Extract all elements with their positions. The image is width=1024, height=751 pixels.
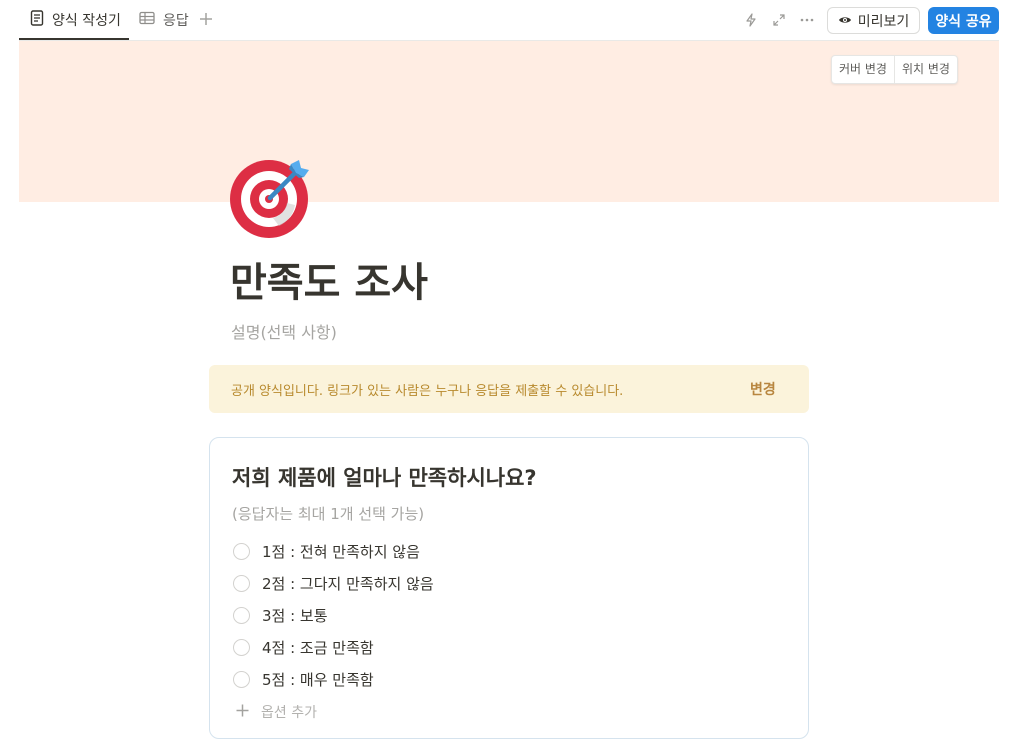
target-icon[interactable] bbox=[229, 158, 311, 240]
cover-controls: 커버 변경 위치 변경 bbox=[831, 55, 958, 84]
radio-icon[interactable] bbox=[233, 542, 250, 560]
option-label: 1점 : 전혀 만족하지 않음 bbox=[262, 542, 420, 561]
tab-form-builder-label: 양식 작성기 bbox=[52, 13, 121, 29]
option-5[interactable]: 5점 : 매우 만족함 bbox=[233, 668, 374, 690]
table-icon bbox=[139, 11, 155, 29]
eye-icon bbox=[838, 13, 852, 29]
expand-icon[interactable] bbox=[771, 12, 787, 28]
description-placeholder[interactable]: 설명(선택 사항) bbox=[231, 319, 337, 343]
more-icon[interactable] bbox=[799, 12, 815, 28]
tab-responses-label: 응답 bbox=[163, 13, 189, 29]
share-form-button[interactable]: 양식 공유 bbox=[928, 7, 999, 34]
radio-icon[interactable] bbox=[233, 638, 250, 656]
preview-button[interactable]: 미리보기 bbox=[827, 7, 920, 34]
option-2[interactable]: 2점 : 그다지 만족하지 않음 bbox=[233, 572, 434, 594]
tab-form-builder[interactable]: 양식 작성기 bbox=[30, 0, 121, 40]
radio-icon[interactable] bbox=[233, 606, 250, 624]
tab-responses[interactable]: 응답 bbox=[139, 0, 189, 40]
banner-text: 공개 양식입니다. 링크가 있는 사람은 누구나 응답을 제출할 수 있습니다. bbox=[231, 384, 624, 399]
plus-icon bbox=[199, 10, 213, 31]
option-label: 4점 : 조금 만족함 bbox=[262, 638, 374, 657]
top-bar: 양식 작성기 응답 미리보기 양식 공유 bbox=[0, 0, 1024, 41]
page-title[interactable]: 만족도 조사 bbox=[230, 250, 428, 308]
public-form-banner: 공개 양식입니다. 링크가 있는 사람은 누구나 응답을 제출할 수 있습니다.… bbox=[209, 365, 809, 413]
banner-change-button[interactable]: 변경 bbox=[750, 379, 776, 399]
option-1[interactable]: 1점 : 전혀 만족하지 않음 bbox=[233, 540, 420, 562]
add-tab-button[interactable] bbox=[199, 0, 213, 40]
question-title[interactable]: 저희 제품에 얼마나 만족하시나요? bbox=[232, 462, 537, 492]
option-label: 3점 : 보통 bbox=[262, 606, 328, 625]
question-hint: (응답자는 최대 1개 선택 가능) bbox=[232, 505, 425, 523]
lightning-icon[interactable] bbox=[743, 12, 759, 28]
option-label: 5점 : 매우 만족함 bbox=[262, 670, 374, 689]
plus-icon bbox=[236, 704, 249, 721]
option-3[interactable]: 3점 : 보통 bbox=[233, 604, 328, 626]
option-label: 2점 : 그다지 만족하지 않음 bbox=[262, 574, 434, 593]
change-cover-button[interactable]: 커버 변경 bbox=[832, 56, 894, 83]
preview-label: 미리보기 bbox=[857, 13, 910, 30]
question-card[interactable]: 저희 제품에 얼마나 만족하시나요? (응답자는 최대 1개 선택 가능) 1점… bbox=[209, 437, 809, 739]
document-icon bbox=[30, 10, 44, 30]
option-4[interactable]: 4점 : 조금 만족함 bbox=[233, 636, 374, 658]
reposition-button[interactable]: 위치 변경 bbox=[895, 56, 957, 83]
radio-icon[interactable] bbox=[233, 670, 250, 688]
radio-icon[interactable] bbox=[233, 574, 250, 592]
add-option-label: 옵션 추가 bbox=[261, 705, 317, 721]
add-option-button[interactable]: 옵션 추가 bbox=[236, 702, 317, 722]
